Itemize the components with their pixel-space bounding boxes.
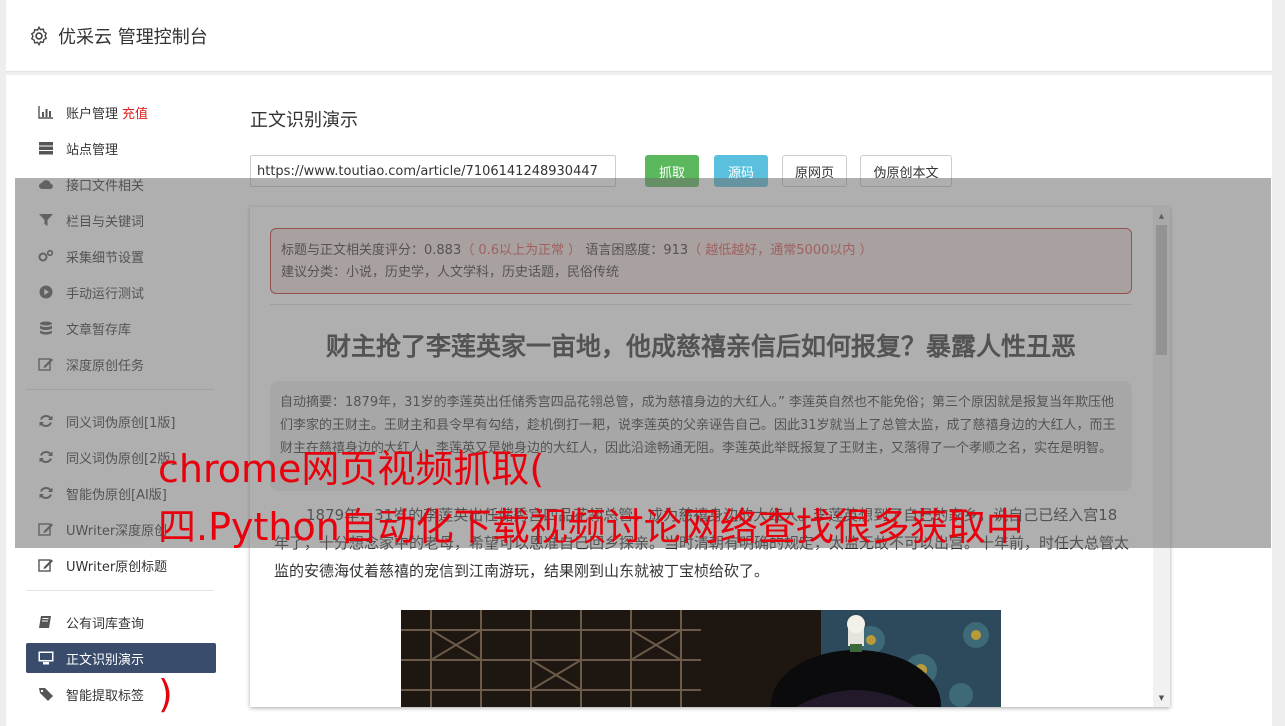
original-page-button[interactable]: 原网页 bbox=[782, 155, 847, 187]
scroll-up-arrow-icon[interactable]: ▲ bbox=[1153, 209, 1170, 223]
gear-icon bbox=[30, 25, 48, 46]
sidebar-item-label: 站点管理 bbox=[66, 142, 119, 158]
sidebar-item-label: 同义词伪原创[1版] bbox=[66, 415, 176, 431]
result-scrollbar[interactable]: ▲ ▼ bbox=[1153, 207, 1170, 707]
sidebar-item-article-store[interactable]: 文章暂存库 bbox=[26, 313, 216, 343]
play-circle-icon bbox=[38, 285, 54, 299]
server-icon bbox=[38, 141, 54, 155]
watermark-line-1: chrome网页视频抓取( bbox=[158, 447, 545, 491]
sidebar-item-uwriter-title[interactable]: UWriter原创标题 bbox=[26, 550, 216, 580]
recharge-link[interactable]: 充值 bbox=[122, 103, 148, 122]
suggested-categories: 建议分类：小说，历史学，人文学科，历史话题，民俗传统 bbox=[281, 265, 620, 280]
gears-icon bbox=[38, 249, 54, 263]
result-divider bbox=[270, 304, 1132, 305]
refresh-icon bbox=[38, 486, 54, 500]
tag-icon bbox=[38, 687, 54, 701]
cloud-upload-icon bbox=[38, 177, 54, 191]
refresh-icon bbox=[38, 414, 54, 428]
bar-chart-icon bbox=[38, 105, 54, 119]
sidebar-item-label: 手动运行测试 bbox=[66, 286, 145, 302]
sidebar-item-label: 采集细节设置 bbox=[66, 250, 145, 266]
sidebar-item-account[interactable]: 账户管理 充值 bbox=[26, 97, 216, 127]
desktop-icon bbox=[38, 651, 54, 665]
sidebar-item-deep-original-task[interactable]: 深度原创任务 bbox=[26, 349, 216, 379]
edit-icon bbox=[38, 357, 54, 371]
sidebar-item-label: 智能提取标签 bbox=[66, 688, 145, 704]
book-icon bbox=[38, 615, 54, 629]
pseudo-original-button[interactable]: 伪原创本文 bbox=[860, 155, 952, 187]
sidebar-item-sites[interactable]: 站点管理 bbox=[26, 133, 216, 163]
scroll-down-arrow-icon[interactable]: ▼ bbox=[1153, 691, 1170, 705]
sidebar-item-label: 账户管理 bbox=[66, 106, 119, 122]
database-icon bbox=[38, 321, 54, 335]
article-image bbox=[401, 610, 1001, 707]
sidebar-item-label: 公有词库查询 bbox=[66, 616, 145, 632]
top-header: 优采云 管理控制台 bbox=[6, 0, 1272, 72]
edit-icon bbox=[38, 558, 54, 572]
relevance-score: 标题与正文相关度评分：0.883 bbox=[281, 243, 462, 258]
sidebar-item-synonym-v1[interactable]: 同义词伪原创[1版] bbox=[26, 406, 216, 436]
sidebar-divider bbox=[26, 590, 214, 591]
watermark-line-3: ) bbox=[158, 672, 173, 716]
page-title: 正文识别演示 bbox=[250, 110, 358, 131]
article-title: 财主抢了李莲英家一亩地，他成慈禧亲信后如何报复？暴露人性丑恶 bbox=[325, 332, 1076, 361]
refresh-icon bbox=[38, 450, 54, 464]
sidebar-item-interface-files[interactable]: 接口文件相关 bbox=[26, 169, 216, 199]
sidebar-item-label: 深度原创任务 bbox=[66, 358, 145, 374]
grab-button[interactable]: 抓取 bbox=[645, 155, 699, 187]
scrollbar-thumb[interactable] bbox=[1156, 225, 1167, 355]
app-title: 优采云 管理控制台 bbox=[58, 26, 208, 48]
sidebar-item-manual-run[interactable]: 手动运行测试 bbox=[26, 277, 216, 307]
relevance-note: （ 0.6以上为正常 ） bbox=[461, 243, 582, 258]
sidebar-item-label: 智能伪原创[AI版] bbox=[66, 487, 167, 503]
watermark-line-2: 四.Python自动化下载视频讨论网络查找很多获取中 bbox=[158, 505, 1024, 549]
sidebar-item-label: 正文识别演示 bbox=[66, 652, 145, 668]
sidebar-item-public-lexicon[interactable]: 公有词库查询 bbox=[26, 607, 216, 637]
perplexity-score: 语言困惑度：913 bbox=[585, 243, 689, 258]
sidebar-item-label: 接口文件相关 bbox=[66, 178, 145, 194]
perplexity-note: （ 越低越好，通常5000以内 ） bbox=[688, 243, 873, 258]
analysis-alert: 标题与正文相关度评分：0.883（ 0.6以上为正常 ） 语言困惑度：913（ … bbox=[270, 228, 1132, 294]
sidebar-item-label: UWriter原创标题 bbox=[66, 559, 168, 575]
sidebar-item-label: 文章暂存库 bbox=[66, 322, 132, 338]
sidebar-item-text-recognition[interactable]: 正文识别演示 bbox=[26, 643, 216, 673]
filter-icon bbox=[38, 213, 54, 227]
sidebar-item-label: UWriter深度原创 bbox=[66, 523, 168, 539]
url-input[interactable] bbox=[250, 155, 616, 187]
sidebar-item-smart-tags[interactable]: 智能提取标签 bbox=[26, 679, 216, 709]
sidebar-divider bbox=[26, 389, 214, 390]
sidebar-item-columns-keywords[interactable]: 栏目与关键词 bbox=[26, 205, 216, 235]
sidebar-item-label: 栏目与关键词 bbox=[66, 214, 145, 230]
sidebar-item-collection-settings[interactable]: 采集细节设置 bbox=[26, 241, 216, 271]
edit-icon bbox=[38, 522, 54, 536]
source-button[interactable]: 源码 bbox=[714, 155, 768, 187]
sidebar: 账户管理 充值 站点管理 接口文件相关 栏目与关键词 采集细节设置 手动运行测试 bbox=[26, 97, 216, 715]
